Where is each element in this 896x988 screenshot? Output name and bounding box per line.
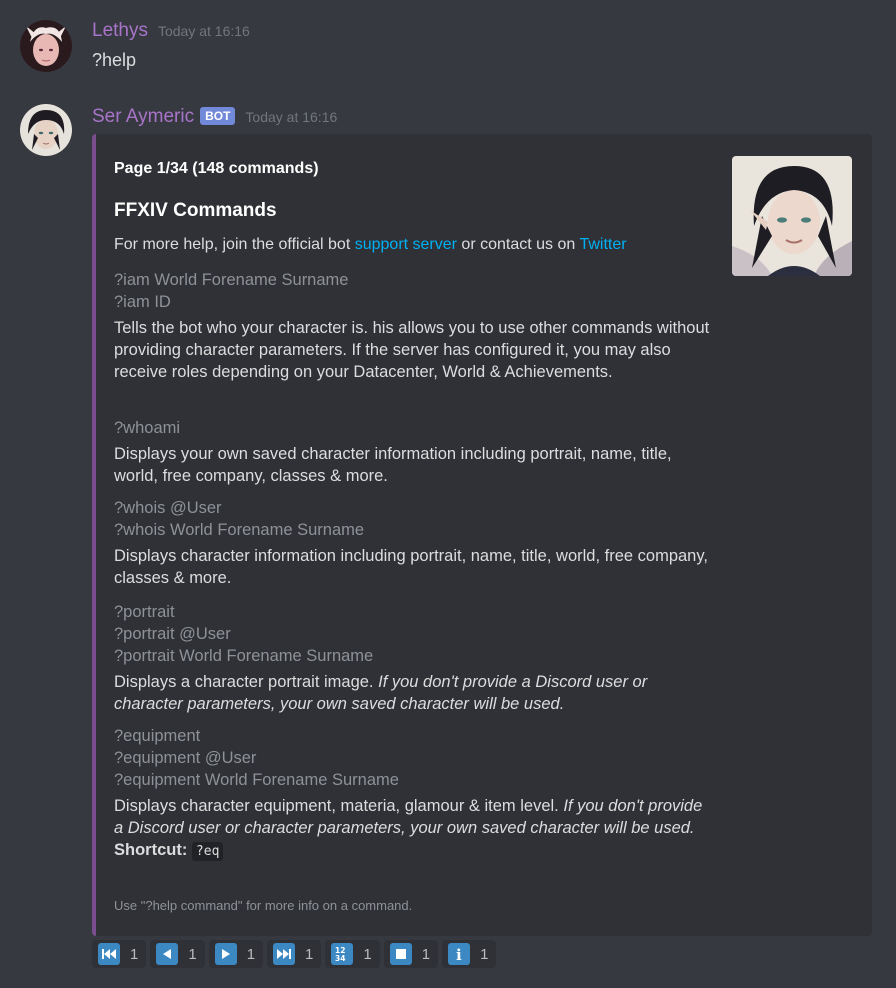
field-description: Tells the bot who your character is. his… — [114, 319, 710, 381]
reaction-count: 1 — [421, 945, 431, 963]
field-command: ?portrait World Forename Surname — [114, 647, 374, 665]
field-command: ?iam ID — [114, 293, 171, 311]
embed-thumbnail[interactable] — [732, 156, 852, 276]
reaction-count: 1 — [363, 945, 372, 963]
stop-icon — [389, 943, 412, 965]
reaction-last-page[interactable]: 1 — [267, 940, 322, 968]
shortcut-label: Shortcut: — [114, 841, 188, 859]
lethys-avatar[interactable] — [20, 20, 72, 72]
username[interactable]: Ser Aymeric — [92, 106, 194, 128]
ser-aymeric-avatar-image — [20, 104, 72, 156]
lethys-avatar-image — [20, 20, 72, 72]
page-number-icon: 12 34 — [331, 943, 354, 965]
description-text: or contact us on — [456, 236, 580, 253]
ser-aymeric-avatar[interactable] — [20, 104, 72, 156]
embed-author: Page 1/34 (148 commands) — [114, 160, 319, 177]
last-page-icon — [273, 943, 296, 965]
character-portrait-image — [732, 156, 852, 276]
shortcut-code: ?eq — [191, 842, 224, 861]
description-text: For more help, join the official bot — [114, 236, 355, 253]
timestamp: Today at 16:16 — [157, 23, 250, 39]
reaction-next-page[interactable]: 1 — [208, 940, 264, 968]
embed-field-whoami: ?whoami Displays your own saved characte… — [114, 417, 714, 487]
field-command: ?iam World Forename Surname — [114, 271, 349, 289]
field-command: ?portrait — [114, 603, 175, 621]
field-description-text: Displays character equipment, materia, g… — [114, 797, 564, 815]
field-command: ?whoami — [114, 419, 181, 437]
reaction-count: 1 — [130, 945, 139, 963]
field-command: ?equipment — [114, 727, 201, 745]
field-command: ?equipment @User — [114, 749, 257, 767]
reaction-first-page[interactable]: 1 — [92, 940, 147, 968]
reaction-previous-page[interactable]: 1 — [150, 940, 205, 968]
field-command: ?equipment World Forename Surname — [114, 771, 399, 789]
reaction-count: 1 — [188, 945, 197, 963]
reaction-count: 1 — [246, 945, 256, 963]
field-description: Displays a character portrait image. If … — [114, 671, 714, 715]
message-text: ?help — [92, 50, 137, 70]
username[interactable]: Lethys — [92, 20, 148, 42]
reaction-stop[interactable]: 1 — [383, 940, 439, 968]
field-description: Displays character information including… — [114, 547, 708, 587]
reaction-info[interactable]: i 1 — [442, 940, 497, 968]
field-command: ?whois @User — [114, 499, 222, 517]
embed-title: FFXIV Commands — [114, 200, 277, 221]
embed-field-equipment: ?equipment ?equipment @User ?equipment W… — [114, 725, 714, 863]
next-page-icon — [214, 943, 237, 965]
reaction-count: 1 — [480, 945, 489, 963]
previous-page-icon — [156, 943, 179, 965]
embed-field-whois: ?whois @User ?whois World Forename Surna… — [114, 497, 714, 589]
field-description-text: Displays a character portrait image. — [114, 673, 379, 691]
shortcut-line: Shortcut: ?eq — [114, 839, 714, 863]
message-header: Ser Aymeric BOT Today at 16:16 — [92, 106, 337, 128]
embed-footer: Use "?help command" for more info on a c… — [114, 898, 413, 913]
embed-field-iam: ?iam World Forename Surname ?iam ID Tell… — [114, 269, 714, 383]
field-description: Displays character equipment, materia, g… — [114, 795, 714, 839]
timestamp: Today at 16:16 — [245, 109, 338, 125]
info-icon: i — [448, 943, 471, 965]
twitter-link[interactable]: Twitter — [579, 236, 626, 253]
bot-tag: BOT — [200, 107, 236, 125]
reaction-bar: 1 1 1 1 12 34 1 1 i 1 — [92, 940, 497, 968]
reaction-page-number[interactable]: 12 34 1 — [325, 940, 380, 968]
svg-text:34: 34 — [335, 954, 345, 963]
help-embed: Page 1/34 (148 commands) FFXIV Commands … — [92, 134, 872, 936]
embed-description: For more help, join the official bot sup… — [114, 236, 627, 254]
field-command: ?whois World Forename Surname — [114, 521, 365, 539]
support-server-link[interactable]: support server — [355, 236, 457, 253]
message-header: Lethys Today at 16:16 — [92, 20, 250, 42]
svg-text:i: i — [456, 946, 462, 962]
first-page-icon — [98, 943, 120, 965]
field-description: Displays your own saved character inform… — [114, 445, 672, 485]
field-command: ?portrait @User — [114, 625, 231, 643]
embed-field-portrait: ?portrait ?portrait @User ?portrait Worl… — [114, 601, 714, 715]
reaction-count: 1 — [305, 945, 314, 963]
